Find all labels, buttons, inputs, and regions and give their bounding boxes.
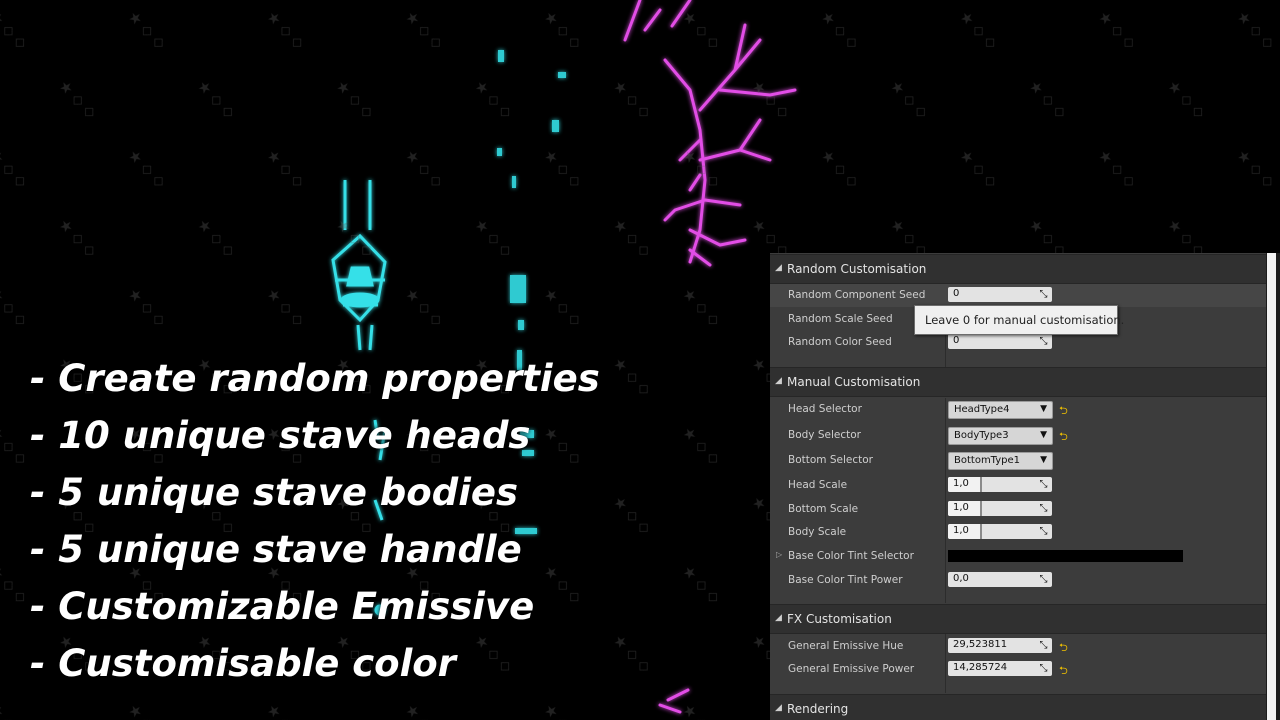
row-random-component-seed: Random Component Seed 0 ⤡	[770, 284, 1266, 307]
field-value: 0	[953, 335, 960, 346]
row-head-selector: Head Selector HeadType4 ▼ ⮌	[770, 398, 1266, 421]
section-title: Manual Customisation	[787, 375, 921, 389]
dropdown-value: BodyType3	[954, 430, 1009, 441]
section-rendering[interactable]: ◢ Rendering	[770, 694, 1266, 720]
section-title: FX Customisation	[787, 612, 892, 626]
resize-arrows-icon[interactable]: ⤡	[1038, 663, 1049, 674]
section-title: Rendering	[787, 702, 849, 716]
resize-arrows-icon[interactable]: ⤡	[1038, 503, 1049, 514]
section-manual-customisation[interactable]: ◢ Manual Customisation	[770, 367, 1266, 397]
property-label: General Emissive Power	[788, 663, 915, 675]
resize-arrows-icon[interactable]: ⤡	[1038, 479, 1049, 490]
section-title: Random Customisation	[787, 262, 927, 276]
row-general-emissive-power: General Emissive Power 14,285724 ⤡ ⮌	[770, 658, 1266, 681]
feature-item: - Customizable Emissive	[30, 585, 535, 628]
section-random-customisation[interactable]: ◢ Random Customisation	[770, 254, 1266, 284]
field-value: 14,285724	[953, 662, 1008, 673]
bottom-selector-dropdown[interactable]: BottomType1 ▼	[948, 452, 1053, 470]
tooltip-text: Leave 0 for manual customisation.	[925, 313, 1125, 327]
triangle-down-icon[interactable]: ◢	[775, 376, 782, 386]
field-value: 1,0	[953, 525, 969, 536]
field-value: 1,0	[953, 478, 969, 489]
property-label: Base Color Tint Selector	[788, 550, 914, 562]
head-scale-slider[interactable]: 1,0 ⤡	[948, 477, 1052, 492]
row-body-scale: Body Scale 1,0 ⤡	[770, 521, 1266, 544]
chevron-down-icon: ▼	[1040, 404, 1047, 414]
general-emissive-hue-input[interactable]: 29,523811 ⤡	[948, 638, 1052, 653]
base-color-tint-power-input[interactable]: 0,0 ⤡	[948, 572, 1052, 587]
body-scale-slider[interactable]: 1,0 ⤡	[948, 524, 1052, 539]
feature-list: - Create random properties - 10 unique s…	[30, 350, 600, 692]
row-body-selector: Body Selector BodyType3 ▼ ⮌	[770, 424, 1266, 447]
row-base-color-tint-power: Base Color Tint Power 0,0 ⤡	[770, 569, 1266, 592]
dropdown-value: HeadType4	[954, 404, 1010, 415]
reset-to-default-icon[interactable]: ⮌	[1059, 639, 1068, 658]
property-label: Body Selector	[788, 429, 861, 441]
property-label: Body Scale	[788, 526, 847, 538]
base-color-tint-swatch[interactable]	[948, 550, 1183, 562]
property-label: General Emissive Hue	[788, 640, 904, 652]
row-bottom-selector: Bottom Selector BottomType1 ▼	[770, 449, 1266, 472]
feature-item: - 5 unique stave handle	[30, 528, 522, 571]
dropdown-value: BottomType1	[954, 455, 1021, 466]
chevron-down-icon: ▼	[1040, 430, 1047, 440]
resize-arrows-icon[interactable]: ⤡	[1038, 289, 1049, 300]
triangle-down-icon[interactable]: ◢	[775, 263, 782, 273]
seed-tooltip: Leave 0 for manual customisation.	[914, 305, 1124, 335]
reset-to-default-icon[interactable]: ⮌	[1059, 428, 1068, 447]
section-fx-customisation[interactable]: ◢ FX Customisation	[770, 604, 1266, 634]
reset-to-default-icon[interactable]: ⮌	[1059, 662, 1068, 681]
property-label: Random Scale Seed	[788, 313, 893, 325]
property-label: Bottom Selector	[788, 454, 873, 466]
property-label: Bottom Scale	[788, 503, 859, 515]
feature-item: - Customisable color	[30, 642, 456, 685]
field-value: 0,0	[953, 573, 969, 584]
body-selector-dropdown[interactable]: BodyType3 ▼	[948, 427, 1053, 445]
random-component-seed-input[interactable]: 0 ⤡	[948, 287, 1052, 302]
chevron-down-icon: ▼	[1040, 455, 1047, 465]
reset-to-default-icon[interactable]: ⮌	[1059, 402, 1068, 421]
triangle-right-icon[interactable]: ▷	[776, 550, 782, 559]
row-head-scale: Head Scale 1,0 ⤡	[770, 474, 1266, 497]
panel-scrollbar[interactable]	[1267, 253, 1276, 720]
property-label: Head Scale	[788, 479, 848, 491]
feature-item: - 5 unique stave bodies	[30, 471, 518, 514]
resize-arrows-icon[interactable]: ⤡	[1038, 640, 1049, 651]
property-label: Random Component Seed	[788, 289, 926, 301]
general-emissive-power-input[interactable]: 14,285724 ⤡	[948, 661, 1052, 676]
row-general-emissive-hue: General Emissive Hue 29,523811 ⤡ ⮌	[770, 635, 1266, 658]
head-selector-dropdown[interactable]: HeadType4 ▼	[948, 401, 1053, 419]
row-base-color-tint-selector: ▷ Base Color Tint Selector	[770, 545, 1266, 568]
feature-item: - Create random properties	[30, 357, 600, 400]
feature-item: - 10 unique stave heads	[30, 414, 531, 457]
random-color-seed-input[interactable]: 0 ⤡	[948, 334, 1052, 349]
triangle-down-icon[interactable]: ◢	[775, 703, 782, 713]
resize-arrows-icon[interactable]: ⤡	[1038, 574, 1049, 585]
resize-arrows-icon[interactable]: ⤡	[1038, 336, 1049, 347]
property-label: Random Color Seed	[788, 336, 892, 348]
property-label: Base Color Tint Power	[788, 574, 903, 586]
row-bottom-scale: Bottom Scale 1,0 ⤡	[770, 498, 1266, 521]
resize-arrows-icon[interactable]: ⤡	[1038, 526, 1049, 537]
property-label: Head Selector	[788, 403, 862, 415]
field-value: 29,523811	[953, 639, 1008, 650]
field-value: 0	[953, 288, 960, 299]
field-value: 1,0	[953, 502, 969, 513]
triangle-down-icon[interactable]: ◢	[775, 613, 782, 623]
bottom-scale-slider[interactable]: 1,0 ⤡	[948, 501, 1052, 516]
